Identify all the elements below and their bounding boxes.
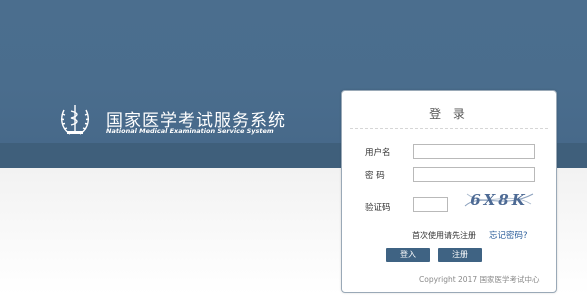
forgot-password-link[interactable]: 忘记密码? bbox=[489, 229, 528, 241]
login-button[interactable]: 登入 bbox=[386, 248, 430, 262]
register-hint: 首次使用请先注册 bbox=[412, 231, 476, 240]
login-title: 登 录 bbox=[429, 107, 469, 121]
password-label: 密 码 bbox=[365, 171, 385, 181]
copyright-text: Copyright 2017 国家医学考试中心 bbox=[419, 275, 540, 284]
register-button[interactable]: 注册 bbox=[438, 248, 482, 262]
captcha-text: 6X8K bbox=[470, 191, 528, 209]
password-input[interactable] bbox=[413, 167, 535, 182]
username-label: 用户名 bbox=[365, 148, 391, 158]
username-input[interactable] bbox=[413, 144, 535, 159]
login-panel: 登 录 用户名 密 码 验证码 6X8K 首次使用请先注册 忘记密码? 登入 注… bbox=[341, 90, 557, 293]
medical-emblem-icon bbox=[60, 105, 90, 135]
divider bbox=[350, 128, 548, 129]
captcha-label: 验证码 bbox=[365, 203, 391, 213]
captcha-input[interactable] bbox=[413, 197, 448, 212]
captcha-image[interactable]: 6X8K bbox=[463, 188, 535, 210]
system-subtitle: National Medical Examination Service Sys… bbox=[106, 127, 274, 135]
